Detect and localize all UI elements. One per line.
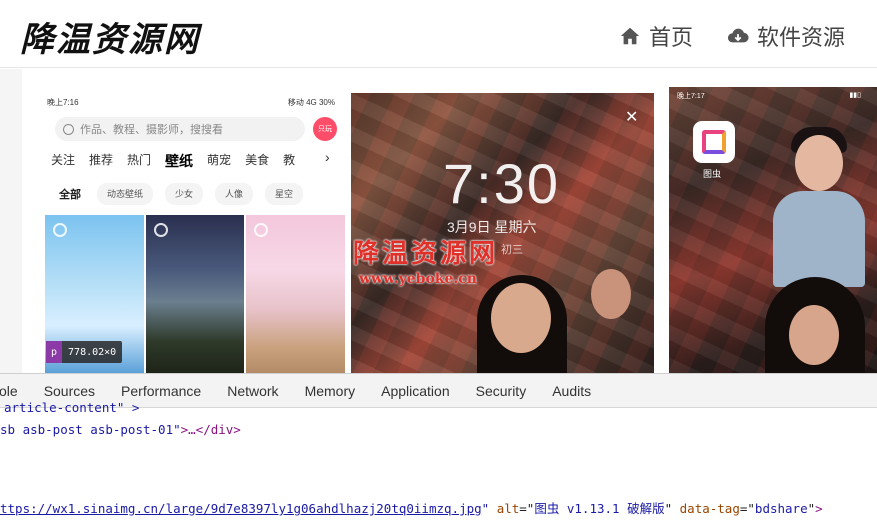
main-nav: 首页 软件资源 (619, 20, 845, 52)
nav-label-home: 首页 (648, 25, 693, 50)
category-tab-active: 壁纸 (165, 153, 194, 169)
filter-chips: 全部 动态壁纸 少女 人像 星空 (55, 183, 304, 205)
live-icon (153, 223, 168, 237)
lock-time: 7:30 (443, 152, 560, 215)
chip: 星空 (265, 183, 304, 205)
tab-security[interactable]: Security (463, 374, 540, 408)
tab-network[interactable]: Network (214, 374, 291, 408)
code-token: data-tag (679, 501, 740, 516)
close-icon: ✕ (625, 109, 639, 126)
status-bar: 晚上7:16 移动 4G 30% (45, 97, 345, 109)
wallpaper-thumb (246, 215, 345, 373)
chip: 人像 (215, 183, 254, 205)
category-tab: 教 (283, 153, 296, 167)
code-line[interactable]: article-content" > (4, 400, 139, 415)
category-tabs: 关注 推荐 热门 壁纸 萌宠 美食 教 (51, 151, 295, 171)
lock-lunar: 初三 (501, 244, 523, 256)
site-header: 降温资源网 首页 软件资源 (0, 0, 877, 68)
page: 降温资源网 首页 软件资源 晚上7:16 移动 4G 30% 作品、教程、摄影师… (0, 0, 877, 529)
home-icon (620, 27, 640, 45)
code-line[interactable]: ttps://wx1.sinaimg.cn/large/9d7e8397ly1g… (0, 498, 823, 517)
search-icon (63, 123, 74, 135)
code-token: alt (496, 501, 520, 516)
category-tab: 关注 (51, 153, 76, 167)
vip-badge: 只玩 (313, 117, 337, 141)
chip: 动态壁纸 (97, 183, 154, 205)
nav-label-software: 软件资源 (756, 25, 845, 50)
tuchong-app-icon (693, 121, 735, 163)
chip: 少女 (165, 183, 204, 205)
code-token: bdshare (754, 501, 808, 516)
devtools-panel: sole Sources Performance Network Memory … (0, 373, 877, 529)
status-right: 移动 4G 30% (287, 98, 335, 107)
screenshot-app-wallpaper: 晚上7:16 移动 4G 30% 作品、教程、摄影师，搜搜看 只玩 关注 推荐 … (45, 93, 345, 373)
tooltip-tag: p (46, 341, 63, 363)
tab-audits[interactable]: Audits (539, 374, 604, 408)
search-placeholder: 作品、教程、摄影师，搜搜看 (80, 124, 223, 136)
category-tab: 美食 (245, 153, 270, 167)
element-size-tooltip: p 778.02×0 (46, 341, 123, 363)
live-icon (254, 223, 269, 237)
wallpaper-thumb (145, 215, 245, 373)
portrait-jacket (773, 191, 865, 287)
code-token: 图虫 v1.13.1 破解版 (534, 501, 665, 516)
portrait-face (789, 305, 839, 365)
watermark-text: 降温资源网 (353, 239, 499, 269)
status-time: 晚上7:17 (677, 93, 705, 100)
chevron-right-icon: › (325, 149, 330, 165)
tooltip-size: 778.02×0 (68, 346, 117, 358)
watermark-url: www.yeboke.cn (359, 271, 477, 287)
code-token: sb asb-post asb-post-01" (0, 422, 181, 437)
search-bar: 作品、教程、摄影师，搜搜看 (55, 117, 305, 141)
cloud-download-icon (727, 28, 749, 43)
live-icon (53, 223, 67, 237)
category-tab: 热门 (127, 153, 152, 167)
screenshot-lock-screen: ✕ 7:30 3月9日 星期六 初三 降温资源网 www.yeboke.cn (351, 93, 654, 373)
chip-all: 全部 (59, 189, 81, 201)
code-token: article-content" > (4, 400, 140, 415)
nav-item-software[interactable]: 软件资源 (727, 20, 845, 52)
code-line[interactable]: sb asb-post asb-post-01">…</div> (0, 422, 241, 437)
site-logo[interactable]: 降温资源网 (20, 12, 200, 61)
portrait-face (795, 135, 843, 191)
category-tab: 推荐 (89, 153, 114, 167)
tab-application[interactable]: Application (368, 374, 463, 408)
app-label: 图虫 (703, 169, 722, 179)
portrait-face (591, 269, 631, 319)
screenshot-app-home: 晚上7:17 ▮▮▯ 图虫 (669, 87, 877, 373)
portrait-face (491, 283, 551, 353)
nav-item-home[interactable]: 首页 (619, 20, 693, 52)
code-token: > (815, 501, 823, 516)
status-time: 晚上7:16 (47, 98, 79, 107)
code-token: >…</div> (180, 422, 241, 437)
tab-memory[interactable]: Memory (292, 374, 369, 408)
image-src-link[interactable]: ttps://wx1.sinaimg.cn/large/9d7e8397ly1g… (0, 501, 482, 516)
battery-icon: ▮▮▯ (849, 92, 861, 99)
category-tab: 萌宠 (207, 153, 232, 167)
